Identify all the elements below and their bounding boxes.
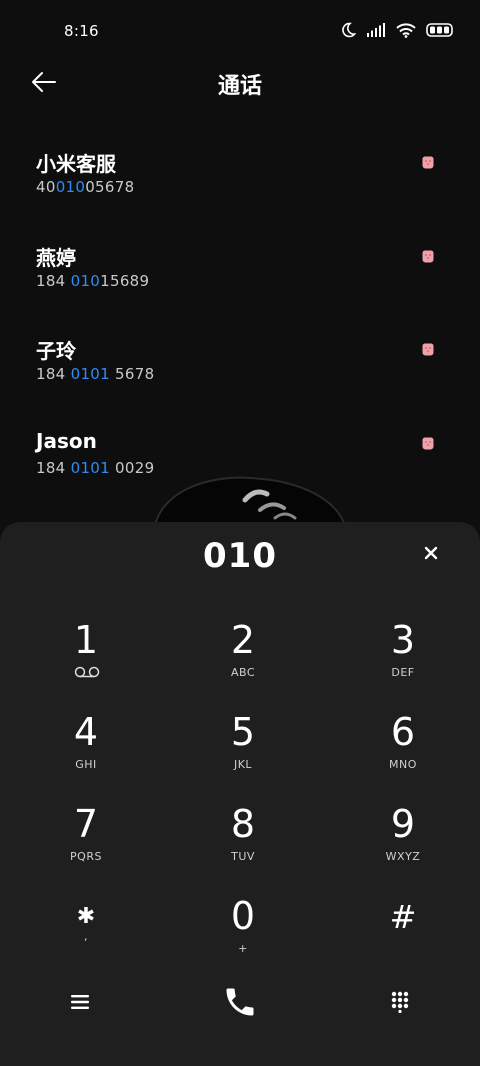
key-digit: 5 xyxy=(230,710,256,754)
key-letters: GHI xyxy=(75,758,97,771)
contact-number: 184 0101 0029 xyxy=(36,458,155,477)
key-digit: 4 xyxy=(73,710,99,754)
matched-digits: 010 xyxy=(70,271,101,290)
sim-card-icon xyxy=(422,156,434,169)
sim-card-icon xyxy=(422,343,434,356)
contact-row[interactable]: 小米客服 4001005678 xyxy=(0,140,480,234)
key-letters: TUV xyxy=(231,850,255,863)
contact-row[interactable]: 子玲 184 0101 5678 xyxy=(0,327,480,421)
key-digit: 3 xyxy=(390,618,416,662)
key-letters: + xyxy=(238,942,248,955)
key-letters: JKL xyxy=(233,758,253,771)
key-digit: 7 xyxy=(73,802,99,846)
key-letters: WXYZ xyxy=(385,850,421,863)
contact-number: 4001005678 xyxy=(36,178,135,196)
dialpad-panel: 010 1 2 ABC 3 DEF 4 GHI 5 JKL 6 MNO 7 PQ… xyxy=(0,522,480,1066)
dial-key-0[interactable]: 0 + xyxy=(163,894,323,984)
dialpad-icon xyxy=(391,991,409,1013)
close-icon xyxy=(424,546,438,560)
dialed-number[interactable]: 010 xyxy=(0,536,480,576)
key-letters: PQRS xyxy=(70,850,102,863)
matched-digits: 010 xyxy=(55,178,86,196)
contact-list: 小米客服 4001005678 燕婷 184 01015689 子玲 184 0… xyxy=(0,140,480,514)
key-digit: ✱ xyxy=(76,904,96,929)
menu-button[interactable] xyxy=(0,972,160,1032)
wifi-icon xyxy=(396,22,416,38)
key-letters: MNO xyxy=(389,758,417,771)
key-digit: # xyxy=(389,898,417,936)
dial-key-6[interactable]: 6 MNO xyxy=(323,710,480,800)
contact-number: 184 0101 5678 xyxy=(36,365,155,383)
dial-key-7[interactable]: 7 PQRS xyxy=(6,802,166,892)
call-button[interactable] xyxy=(160,972,320,1032)
sim-card-icon xyxy=(422,250,434,262)
dial-key-9[interactable]: 9 WXYZ xyxy=(323,802,480,892)
contact-name: 子玲 xyxy=(36,339,76,363)
page-title: 通话 xyxy=(217,74,262,99)
phone-icon xyxy=(226,988,254,1016)
menu-icon xyxy=(71,995,89,1009)
key-letters: ABC xyxy=(230,666,256,679)
dial-key-2[interactable]: 2 ABC xyxy=(163,618,323,708)
moon-icon xyxy=(342,22,356,38)
key-digit: 1 xyxy=(73,618,99,662)
dial-key-3[interactable]: 3 DEF xyxy=(323,618,480,708)
contact-number: 184 01015689 xyxy=(36,271,150,290)
dial-key-1[interactable]: 1 xyxy=(6,618,166,708)
dialpad-action-bar xyxy=(0,972,480,1032)
key-letters: DEF xyxy=(391,666,415,679)
key-digit: 6 xyxy=(390,710,416,754)
status-bar: 8:16 xyxy=(0,0,480,62)
key-digit: 2 xyxy=(230,618,256,662)
signal-icon xyxy=(367,23,385,37)
dial-key-4[interactable]: 4 GHI xyxy=(6,710,166,800)
status-time: 8:16 xyxy=(64,22,99,40)
status-icons xyxy=(340,22,454,38)
dial-key-5[interactable]: 5 JKL xyxy=(163,710,323,800)
contact-name: 小米客服 xyxy=(36,152,116,176)
voicemail-icon xyxy=(74,666,100,678)
key-digit: 0 xyxy=(230,894,256,938)
dial-key-star[interactable]: ✱ , xyxy=(6,894,166,984)
contact-name: 燕婷 xyxy=(36,245,76,270)
sim-card-icon xyxy=(422,437,434,449)
dial-key-hash[interactable]: # xyxy=(323,894,480,984)
key-letters: , xyxy=(84,930,88,943)
contact-row[interactable]: 燕婷 184 01015689 xyxy=(0,234,480,328)
hide-dialpad-button[interactable] xyxy=(320,972,480,1032)
battery-icon xyxy=(426,23,453,37)
key-digit: 9 xyxy=(390,802,416,846)
page-header: 通话 xyxy=(0,62,480,104)
matched-digits: 0101 xyxy=(70,458,110,477)
contact-name: Jason xyxy=(36,428,97,453)
dial-key-8[interactable]: 8 TUV xyxy=(163,802,323,892)
matched-digits: 0101 xyxy=(70,365,110,383)
key-digit: 8 xyxy=(230,802,256,846)
clear-button[interactable] xyxy=(422,544,440,562)
